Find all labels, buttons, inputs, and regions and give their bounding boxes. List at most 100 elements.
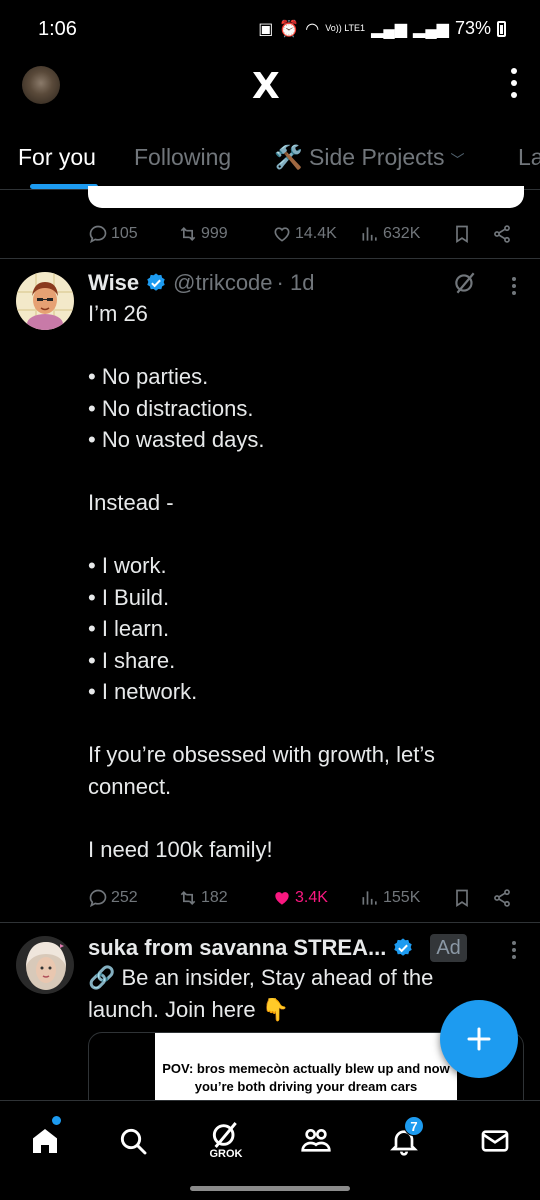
top-bar: X [0, 60, 540, 110]
grok-icon [212, 1122, 237, 1148]
alarm-icon: ⏰ [279, 20, 300, 38]
communities-icon [301, 1129, 331, 1152]
repost-count: 182 [201, 889, 228, 906]
status-time: 1:06 [38, 18, 77, 40]
tweet-line: If you’re obsessed with growth, let’s [88, 742, 435, 767]
views-button[interactable]: 632K [360, 224, 420, 244]
tweet-line: I’m 26 [88, 301, 148, 326]
ad-line: 🔗 Be an insider, Stay ahead of the [88, 965, 434, 990]
share-icon[interactable] [492, 888, 512, 908]
heart-filled-icon [275, 892, 289, 905]
wifi-icon: ◠ [305, 20, 320, 38]
tweet-line [88, 519, 518, 551]
repost-count: 999 [201, 225, 228, 242]
tweet-line: • I network. [88, 679, 198, 704]
reply-count: 252 [111, 889, 138, 906]
tweet-line [88, 708, 518, 740]
tab-for-you[interactable]: For you [18, 144, 96, 171]
like-count: 14.4K [295, 225, 337, 242]
ad-badge: Ad [430, 934, 467, 962]
more-options-icon[interactable] [510, 68, 518, 98]
reply-button[interactable]: 105 [88, 224, 138, 244]
repost-icon [180, 226, 196, 242]
signal-icon: ▂▄▆ [371, 20, 408, 38]
tweet-line: • No distractions. [88, 395, 254, 421]
timeline-tabs: For you Following 🛠️ Side Projects ﹀ La [0, 130, 540, 190]
bottom-navigation [0, 1100, 540, 1180]
tweet-line [88, 802, 518, 834]
tweet-line [88, 330, 518, 362]
tweet-line [88, 456, 518, 488]
battery-saver-icon: ▣ [258, 20, 274, 38]
bookmark-icon[interactable] [452, 888, 472, 908]
tweet-line: connect. [88, 773, 172, 799]
tweet-line: • No wasted days. [88, 427, 265, 452]
grok-label: GROK [209, 1148, 243, 1160]
ad-header: suka from savanna STREA... Ad [88, 934, 467, 962]
nav-home[interactable] [25, 1121, 65, 1161]
previous-post-card[interactable] [88, 186, 524, 208]
verified-badge-icon [394, 938, 413, 956]
like-button[interactable]: 14.4K [272, 224, 337, 244]
ad-more-icon[interactable] [512, 941, 516, 959]
views-icon [362, 227, 377, 241]
ad-text: 🔗 Be an insider, Stay ahead of the launc… [88, 962, 508, 1025]
verified-badge-icon [147, 273, 165, 291]
tweet-line: • No parties. [88, 364, 209, 389]
divider [0, 258, 540, 259]
tweet-text: I’m 26 • No parties. • No distractions. … [88, 298, 518, 865]
tweet-line: Instead - [88, 490, 174, 515]
like-count: 3.4K [295, 889, 328, 906]
signal-icon-2: ▂▄▆ [413, 20, 449, 38]
repost-button[interactable]: 999 [178, 224, 228, 244]
reply-button[interactable]: 252 [88, 888, 138, 908]
tweet-line: • I work. [88, 553, 167, 578]
tweet-author-avatar[interactable] [16, 272, 74, 330]
plus-icon [467, 1027, 491, 1051]
grok-icon[interactable] [452, 270, 478, 296]
avatar-illustration [16, 272, 74, 330]
views-count: 632K [383, 225, 421, 242]
status-bar: 1:06 ▣ ⏰ ◠ Vo)) LTE1 ▂▄▆ ▂▄▆ 73% [0, 0, 540, 60]
heart-icon [274, 227, 290, 242]
tweet-header: Wise @trikcode · 1d [88, 270, 314, 296]
x-logo[interactable]: X [252, 66, 280, 107]
tweet-line: • I share. [88, 647, 176, 673]
home-icon [33, 1129, 57, 1153]
tab-side-projects[interactable]: 🛠️ Side Projects ﹀ [274, 144, 465, 171]
nav-messages[interactable] [475, 1121, 515, 1161]
home-new-indicator [52, 1116, 61, 1125]
nav-search[interactable] [113, 1121, 153, 1161]
chevron-down-icon: ﹀ [450, 152, 465, 168]
views-count: 155K [383, 889, 421, 906]
search-icon [120, 1128, 147, 1155]
nav-communities[interactable] [296, 1121, 336, 1161]
compose-button[interactable] [440, 1000, 518, 1078]
share-icon[interactable] [492, 224, 512, 244]
previous-post-actions: 105 999 14.4K 632K [88, 219, 518, 249]
views-button[interactable]: 155K [360, 888, 420, 908]
ad-author-avatar[interactable] [16, 936, 74, 994]
repost-button[interactable]: 182 [178, 888, 228, 908]
notifications-badge: 7 [404, 1116, 424, 1136]
tweet-author-name[interactable]: Wise [88, 270, 139, 296]
tweet-line: I need 100k family! [88, 836, 273, 862]
tweet-line: • I learn. [88, 616, 170, 641]
ad-author-name[interactable]: suka from savanna STREA... [88, 935, 386, 961]
tweet-author-handle[interactable]: @trikcode [173, 270, 272, 296]
tab-more[interactable]: La [518, 144, 540, 171]
reply-icon [89, 225, 107, 244]
volte-label: Vo)) LTE1 [325, 23, 366, 33]
views-icon [362, 891, 377, 905]
status-icons: ▣ ⏰ ◠ Vo)) LTE1 ▂▄▆ ▂▄▆ 73% [258, 18, 506, 39]
like-button[interactable]: 3.4K [272, 888, 328, 908]
avatar-photo [16, 936, 74, 994]
system-home-bar[interactable] [190, 1186, 350, 1191]
tweet-actions: 252 182 3.4K 155K [88, 883, 518, 913]
tweet-timestamp: · 1d [276, 270, 315, 295]
reply-icon [89, 889, 107, 908]
tab-following[interactable]: Following [134, 144, 231, 171]
bookmark-icon[interactable] [452, 224, 472, 244]
tweet-more-icon[interactable] [512, 277, 516, 295]
profile-avatar[interactable] [22, 66, 60, 104]
